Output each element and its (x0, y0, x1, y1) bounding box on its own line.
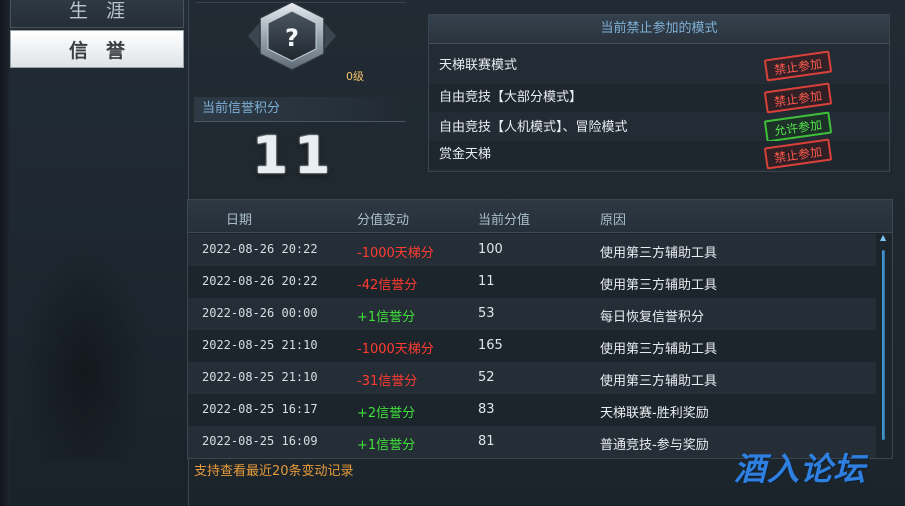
row-change: +1信誉分 (357, 310, 416, 325)
row-score: 52 (478, 370, 495, 385)
credit-log-table: 日期 分值变动 当前分值 原因 2022-08-26 20:22 -1000天梯… (187, 199, 893, 459)
watermark-logo: 酒入论坛 (734, 450, 867, 488)
table-row: 2022-08-25 21:10 -1000天梯分 165 使用第三方辅助工具 (188, 330, 876, 362)
table-row: 2022-08-25 16:17 +2信誉分 83 天梯联赛-胜利奖励 (188, 394, 876, 426)
row-date: 2022-08-25 16:09 (202, 434, 318, 448)
row-date: 2022-08-25 21:10 (202, 338, 318, 352)
row-score: 11 (478, 274, 495, 289)
row-change: -1000天梯分 (357, 342, 434, 357)
table-row: 2022-08-26 00:00 +1信誉分 53 每日恢复信誉积分 (188, 298, 876, 330)
row-reason: 普通竞技-参与奖励 (600, 438, 709, 453)
row-score: 83 (478, 402, 495, 417)
table-row: 2022-08-26 20:22 -1000天梯分 100 使用第三方辅助工具 (188, 234, 876, 266)
mode-row: 自由竞技【人机模式】、冒险模式 允许参加 (429, 111, 889, 143)
mode-status-stamp: 禁止参加 (763, 50, 833, 82)
row-date: 2022-08-26 20:22 (202, 274, 318, 288)
credit-badge-icon: ? (248, 1, 336, 71)
svg-text:?: ? (285, 24, 299, 52)
row-date: 2022-08-26 00:00 (202, 306, 318, 320)
row-reason: 每日恢复信誉积分 (600, 310, 705, 325)
mode-name: 自由竞技【大部分模式】 (439, 90, 583, 105)
row-change: -42信誉分 (357, 278, 418, 293)
credit-badge: ? (236, 0, 348, 82)
row-change: +2信誉分 (357, 406, 416, 421)
log-scrollbar[interactable]: ▲ (880, 234, 888, 450)
restricted-modes-panel: 当前禁止参加的模式 天梯联赛模式 禁止参加 自由竞技【大部分模式】 禁止参加 自… (428, 14, 890, 172)
log-footer-note: 支持查看最近20条变动记录 (194, 464, 354, 479)
mode-status-stamp: 允许参加 (763, 111, 833, 143)
mode-row: 天梯联赛模式 禁止参加 (429, 50, 889, 82)
row-reason: 使用第三方辅助工具 (600, 246, 718, 261)
table-header: 日期 分值变动 当前分值 原因 (188, 200, 892, 233)
row-date: 2022-08-25 16:17 (202, 402, 318, 416)
table-row: 2022-08-26 20:22 -42信誉分 11 使用第三方辅助工具 (188, 266, 876, 298)
credit-level: 0级 (346, 70, 364, 83)
mode-row: 赏金天梯 禁止参加 (429, 138, 889, 170)
tab-credit[interactable]: 信誉 (10, 30, 184, 68)
sidebar-edge (0, 0, 10, 506)
mode-name: 天梯联赛模式 (439, 58, 518, 73)
mode-name: 自由竞技【人机模式】、冒险模式 (439, 120, 628, 135)
mode-status-stamp: 禁止参加 (763, 138, 833, 170)
row-date: 2022-08-26 20:22 (202, 242, 318, 256)
row-score: 53 (478, 306, 495, 321)
divider (194, 121, 406, 122)
sidebar: 生涯 信誉 (0, 0, 189, 506)
row-reason: 使用第三方辅助工具 (600, 374, 718, 389)
mode-name: 赏金天梯 (439, 147, 492, 162)
row-reason: 使用第三方辅助工具 (600, 342, 718, 357)
scrollbar-thumb[interactable] (882, 250, 885, 440)
row-change: -31信誉分 (357, 374, 418, 389)
column-header-change: 分值变动 (357, 213, 410, 228)
restricted-modes-title: 当前禁止参加的模式 (429, 15, 889, 44)
column-header-date: 日期 (226, 213, 253, 228)
score-label: 当前信誉积分 (194, 97, 406, 121)
row-change: +1信誉分 (357, 438, 416, 453)
mode-row: 自由竞技【大部分模式】 禁止参加 (429, 82, 889, 114)
table-row: 2022-08-25 21:10 -31信誉分 52 使用第三方辅助工具 (188, 362, 876, 394)
row-change: -1000天梯分 (357, 246, 434, 261)
mode-status-stamp: 禁止参加 (763, 82, 833, 114)
row-score: 81 (478, 434, 495, 449)
row-score: 165 (478, 338, 503, 353)
tab-career[interactable]: 生涯 (10, 0, 184, 28)
scroll-up-icon[interactable]: ▲ (880, 234, 888, 242)
column-header-reason: 原因 (600, 213, 627, 228)
sidebar-background-art (20, 240, 150, 460)
row-reason: 天梯联赛-胜利奖励 (600, 406, 709, 421)
row-date: 2022-08-25 21:10 (202, 370, 318, 384)
row-reason: 使用第三方辅助工具 (600, 278, 718, 293)
column-header-score: 当前分值 (478, 213, 531, 228)
row-score: 100 (478, 242, 503, 257)
credit-score: 11 (252, 126, 337, 186)
